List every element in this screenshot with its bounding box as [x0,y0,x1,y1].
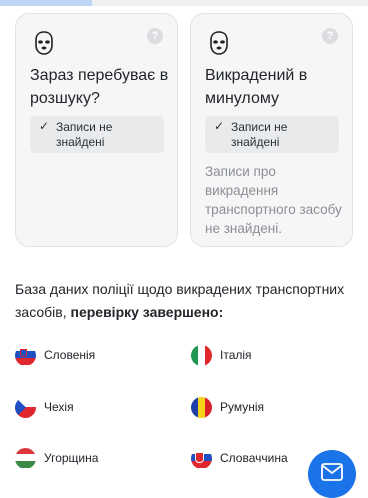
czech-flag [15,396,36,418]
progress-fill [0,0,92,6]
status-badge-label: Записи не знайдені [56,120,113,149]
card-stolen-in-past: ? Викрадений в минулому ✓ Записи не знай… [190,13,353,247]
country-item: Словаччина [191,447,288,469]
country-name: Італія [220,348,252,362]
mask-icon [35,31,53,55]
status-badge: ✓ Записи не знайдені [30,116,164,153]
card-currently-wanted: ? Зараз перебуває в розшуку? ✓ Записи не… [15,13,178,247]
card-title: Зараз перебуває в розшуку? [30,67,169,107]
slovenia-flag [15,344,36,366]
summary-bold: перевірку завершено: [70,304,224,320]
card-title: Викрадений в минулому [205,67,308,107]
check-icon: ✓ [214,119,225,133]
country-name: Словенія [44,348,96,362]
summary-text: База даних поліції щодо викрадених транс… [15,278,355,324]
status-badge-label: Записи не знайдені [231,120,288,149]
country-item: Угорщина [15,447,98,469]
country-item: Словенія [15,344,95,366]
country-name: Словаччина [220,451,288,465]
help-icon[interactable]: ? [147,28,163,44]
country-item: Румунія [191,396,264,418]
italy-flag [191,344,212,366]
status-badge: ✓ Записи не знайдені [205,116,339,153]
country-item: Чехія [15,396,74,418]
mask-icon [210,31,228,55]
mail-icon [321,463,343,481]
country-name: Румунія [220,400,265,414]
contact-button[interactable] [308,450,356,498]
country-item: Італія [191,344,252,366]
romania-flag [191,396,212,418]
country-name: Чехія [44,400,74,414]
country-name: Угорщина [44,451,99,465]
check-icon: ✓ [39,119,50,133]
progress-bar [0,0,368,6]
card-note: Записи про викрадення транспортного засо… [205,164,342,236]
help-icon[interactable]: ? [322,28,338,44]
slovakia-flag [191,447,212,469]
hungary-flag [15,447,36,469]
